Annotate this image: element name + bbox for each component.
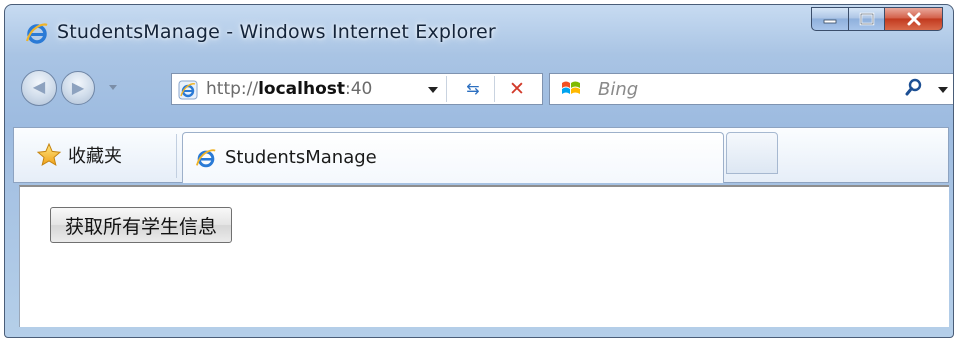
refresh-icon: ⇆ <box>466 79 480 98</box>
caption-buttons <box>811 7 943 31</box>
url-port: :40 <box>345 79 373 99</box>
tab-students-manage[interactable]: StudentsManage <box>182 132 724 183</box>
search-button[interactable] <box>904 77 924 104</box>
star-icon <box>36 142 62 167</box>
search-bar[interactable]: Bing <box>549 73 953 105</box>
new-tab-button[interactable] <box>726 132 778 174</box>
address-bar[interactable]: http://localhost:40 ⇆ ✕ <box>171 73 543 105</box>
back-button[interactable]: ◀ <box>21 70 57 106</box>
get-all-students-button[interactable]: 获取所有学生信息 <box>50 207 233 243</box>
recent-pages-dropdown-icon[interactable] <box>109 85 117 90</box>
forward-arrow-icon: ▶ <box>71 78 85 97</box>
address-dropdown-icon[interactable] <box>428 87 438 93</box>
page-ie-icon <box>178 80 198 100</box>
tab-ie-icon <box>195 149 216 168</box>
address-url[interactable]: http://localhost:40 <box>206 79 372 99</box>
url-host: localhost <box>258 79 346 99</box>
favorites-button[interactable]: 收藏夹 <box>36 140 122 170</box>
title-bar[interactable]: StudentsManage - Windows Internet Explor… <box>5 5 953 57</box>
stop-icon: ✕ <box>509 78 525 100</box>
tab-divider <box>176 134 177 178</box>
page-content: 获取所有学生信息 <box>19 185 949 327</box>
window-title: StudentsManage - Windows Internet Explor… <box>57 21 496 43</box>
close-icon <box>907 12 920 26</box>
stop-button[interactable]: ✕ <box>502 78 532 100</box>
minimize-button[interactable] <box>811 7 849 31</box>
bing-logo-icon <box>562 81 580 94</box>
close-button[interactable] <box>885 7 943 31</box>
search-options-dropdown-icon[interactable] <box>938 87 948 93</box>
back-arrow-icon: ◀ <box>32 77 46 96</box>
maximize-icon <box>859 12 874 26</box>
maximize-button[interactable] <box>849 7 885 31</box>
forward-button[interactable]: ▶ <box>61 71 95 105</box>
ie-logo-icon <box>25 23 48 44</box>
search-icon <box>905 78 922 96</box>
search-placeholder: Bing <box>598 79 639 100</box>
url-scheme: http:// <box>206 79 259 99</box>
refresh-button[interactable]: ⇆ <box>458 78 488 100</box>
browser-window: StudentsManage - Windows Internet Explor… <box>4 4 954 338</box>
favorites-label: 收藏夹 <box>68 146 122 167</box>
tab-bar: 收藏夹 StudentsManage <box>13 127 949 183</box>
minimize-icon <box>823 19 837 24</box>
address-separator <box>494 76 495 102</box>
tab-label: StudentsManage <box>225 147 377 168</box>
address-separator <box>446 76 447 102</box>
navigation-bar: ◀ ▶ http://localhost:40 ⇆ ✕ Bing <box>5 57 953 115</box>
